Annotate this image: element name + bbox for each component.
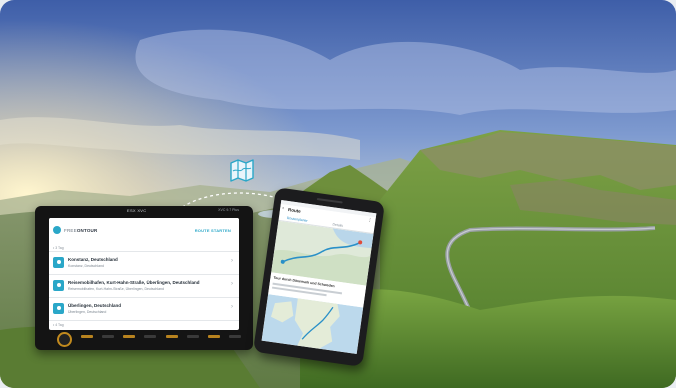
app-header: FREEONTOUR ROUTE STARTEN — [49, 218, 239, 242]
app-logo-icon — [53, 226, 61, 234]
map-pin-icon — [53, 280, 64, 291]
stop-title: Überlingen, Deutschland — [68, 303, 122, 308]
volume-knob[interactable] — [57, 332, 72, 347]
phone-screen: ‹ Route ⋮ Routenplaner Details Tour durc… — [261, 200, 377, 354]
hardware-button[interactable] — [81, 335, 93, 338]
start-route-button[interactable]: ROUTE STARTEN — [195, 228, 231, 233]
back-arrow-icon[interactable]: ‹ — [282, 205, 284, 211]
hardware-button[interactable] — [228, 335, 241, 338]
stop-title: Reisemobilhafen, Kurt-Hahn-Straße, Überl… — [68, 280, 200, 285]
head-unit-brand: ESX XVC — [127, 208, 147, 213]
hero-image: ESX XVC XVC 9.7 Plus FREEONTOUR ROUTE ST… — [0, 0, 676, 388]
tab-details[interactable]: Details — [332, 222, 343, 227]
phone-body: ‹ Route ⋮ Routenplaner Details Tour durc… — [252, 187, 386, 367]
list-item[interactable]: Überlingen, Deutschland Überlingen, Deut… — [49, 297, 239, 321]
app-title: Route — [287, 207, 302, 214]
hardware-button[interactable] — [207, 335, 220, 338]
map-pin-icon — [53, 257, 64, 268]
hardware-button[interactable] — [165, 335, 178, 338]
day-section-label: • 4 Tag — [53, 323, 64, 327]
hardware-button[interactable] — [144, 335, 157, 338]
head-unit-model: XVC 9.7 Plus — [218, 208, 239, 212]
hardware-button-row — [81, 335, 241, 341]
stop-list: Konstanz, Deutschland Konstanz, Deutschl… — [49, 251, 239, 321]
app-name: FREEONTOUR — [64, 228, 98, 233]
day-section-label: • 3 Tag — [53, 246, 64, 250]
folded-map-icon — [230, 159, 254, 182]
head-unit-screen: FREEONTOUR ROUTE STARTEN • 3 Tag Konstan… — [49, 218, 239, 330]
smartphone: ‹ Route ⋮ Routenplaner Details Tour durc… — [252, 187, 386, 367]
list-item[interactable]: Reisemobilhafen, Kurt-Hahn-Straße, Überl… — [49, 274, 239, 297]
phone-speaker — [316, 197, 343, 204]
stop-subtitle: Reisemobilhafen, Kurt-Hahn-Straße, Überl… — [68, 287, 164, 291]
car-head-unit: ESX XVC XVC 9.7 Plus FREEONTOUR ROUTE ST… — [35, 206, 253, 350]
list-item[interactable]: Konstanz, Deutschland Konstanz, Deutschl… — [49, 251, 239, 274]
chevron-right-icon: › — [231, 258, 233, 264]
hardware-button[interactable] — [186, 335, 199, 338]
stop-subtitle: Konstanz, Deutschland — [68, 264, 104, 268]
hardware-button[interactable] — [102, 335, 115, 338]
more-options-icon[interactable]: ⋮ — [367, 217, 373, 224]
chevron-right-icon: › — [231, 304, 233, 310]
stop-subtitle: Überlingen, Deutschland — [68, 310, 107, 314]
chevron-right-icon: › — [231, 281, 233, 287]
map-pin-icon — [53, 303, 64, 314]
hardware-button[interactable] — [123, 335, 136, 338]
stop-title: Konstanz, Deutschland — [68, 257, 118, 262]
